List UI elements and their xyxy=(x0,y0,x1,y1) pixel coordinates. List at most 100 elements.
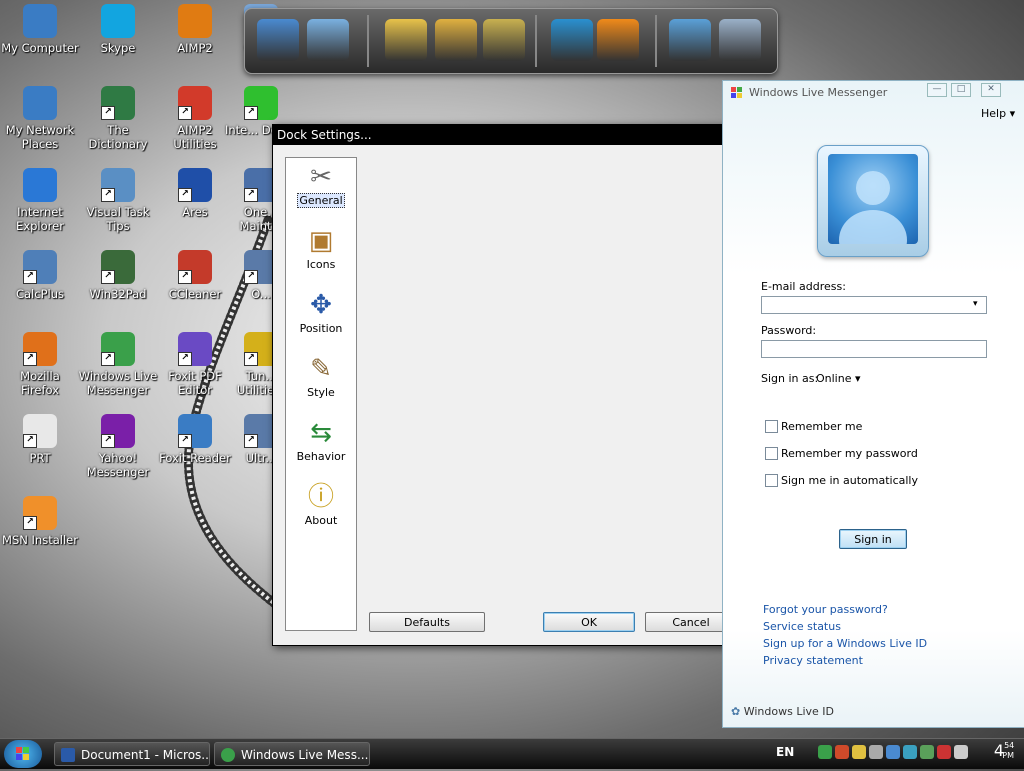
sign-in-automatically-checkbox[interactable] xyxy=(765,474,778,487)
desktop-icon[interactable]: Internet Explorer xyxy=(0,168,80,233)
language-indicator[interactable]: EN xyxy=(776,745,794,759)
windows-orb-icon xyxy=(16,747,29,760)
remember-password-checkbox[interactable] xyxy=(765,447,778,460)
maximize-icon[interactable]: □ xyxy=(951,83,971,97)
dock-bar xyxy=(244,8,778,74)
ok-button[interactable]: OK xyxy=(543,612,635,632)
tray-chat-icon[interactable] xyxy=(954,745,968,759)
privacy-statement-link[interactable]: Privacy statement xyxy=(763,654,863,667)
desktop-icon-label: PRT xyxy=(29,451,51,465)
calculator-icon: ↗ xyxy=(23,250,57,284)
dock-recycle-bin-icon[interactable] xyxy=(719,19,761,61)
shortcut-arrow-icon: ↗ xyxy=(244,270,258,284)
ccleaner-icon: ↗ xyxy=(178,250,212,284)
yahoo-messenger-icon: ↗ xyxy=(101,414,135,448)
windows-live-id-label: Windows Live ID xyxy=(743,705,834,718)
desktop-icon[interactable]: ↗ PRT xyxy=(0,414,80,465)
settings-nav-behavior[interactable]: ⇆ Behavior xyxy=(286,418,356,463)
dock-media-player-icon[interactable] xyxy=(597,19,639,61)
dock-network-icon[interactable] xyxy=(307,19,349,61)
dock-documents-icon[interactable] xyxy=(435,19,477,61)
clock[interactable]: 454PM xyxy=(994,741,1014,760)
minimize-icon[interactable]: — xyxy=(927,83,947,97)
desktop-icon[interactable]: ↗ Yahoo! Messenger xyxy=(78,414,158,479)
tray-tools-icon[interactable] xyxy=(869,745,883,759)
taskbar-button-document[interactable]: Document1 - Micros... xyxy=(54,742,210,766)
taskbar-button-messenger[interactable]: Windows Live Mess... xyxy=(214,742,370,766)
chevron-down-icon: ▾ xyxy=(854,372,861,385)
dock-separator xyxy=(535,15,537,67)
desktop-icon[interactable]: My Computer xyxy=(0,4,80,55)
shortcut-arrow-icon: ↗ xyxy=(101,352,115,366)
settings-category-panel: ✂ General ▣ Icons ✥ Position ✎ Style ⇆ Behavior ⓘ A… xyxy=(285,157,357,631)
shortcut-arrow-icon: ↗ xyxy=(244,188,258,202)
display-picture-frame[interactable] xyxy=(817,145,929,257)
desktop-icon-label: Skype xyxy=(100,41,136,55)
dock-settings-gears-icon[interactable] xyxy=(669,19,711,61)
service-status-link[interactable]: Service status xyxy=(763,620,841,633)
shortcut-arrow-icon: ↗ xyxy=(178,270,192,284)
desktop-icon[interactable]: Skype xyxy=(78,4,158,55)
email-dropdown-arrow-icon[interactable]: ▾ xyxy=(973,299,978,309)
desktop-icon[interactable]: ↗ Win32Pad xyxy=(78,250,158,301)
close-icon[interactable]: ✕ xyxy=(981,83,1001,97)
defaults-button[interactable]: Defaults xyxy=(369,612,485,632)
settings-nav-label: Icons xyxy=(306,258,336,271)
dock-folder-icon[interactable] xyxy=(385,19,427,61)
desktop-icon[interactable]: ↗ Mozilla Firefox xyxy=(0,332,80,397)
position-arrows-icon: ✥ xyxy=(310,290,332,320)
settings-nav-label: Style xyxy=(307,386,335,399)
dock-pictures-icon[interactable] xyxy=(483,19,525,61)
settings-nav-about[interactable]: ⓘ About xyxy=(286,482,356,527)
status-value: Online xyxy=(816,372,852,385)
password-label: Password: xyxy=(761,324,817,337)
word-icon xyxy=(61,748,75,762)
start-button[interactable] xyxy=(4,740,42,768)
tray-download-icon[interactable] xyxy=(886,745,900,759)
help-menu[interactable]: Help ▾ xyxy=(981,107,1015,120)
settings-nav-general[interactable]: ✂ General xyxy=(286,162,356,208)
remember-me-checkbox[interactable] xyxy=(765,420,778,433)
sign-up-link[interactable]: Sign up for a Windows Live ID xyxy=(763,637,927,650)
desktop-icon[interactable]: ↗ The Dictionary xyxy=(78,86,158,151)
settings-nav-position[interactable]: ✥ Position xyxy=(286,290,356,335)
shortcut-arrow-icon: ↗ xyxy=(23,352,37,366)
foxit-reader-icon: ↗ xyxy=(178,414,212,448)
desktop-icon-label: The Dictionary xyxy=(88,123,148,151)
desktop-icon[interactable]: My Network Places xyxy=(0,86,80,151)
sign-in-as-label: Sign in as: xyxy=(761,372,819,385)
desktop-icon[interactable]: ↗ MSN Installer xyxy=(0,496,80,547)
email-field[interactable] xyxy=(761,296,987,314)
aimp-utilities-icon: ↗ xyxy=(178,86,212,120)
sign-in-button[interactable]: Sign in xyxy=(839,529,907,549)
settings-nav-label: Behavior xyxy=(296,450,346,463)
tray-network-icon[interactable] xyxy=(920,745,934,759)
dock-separator xyxy=(655,15,657,67)
visual-task-tips-icon: ↗ xyxy=(101,168,135,202)
system-tray xyxy=(818,745,971,762)
tray-alert-icon[interactable] xyxy=(937,745,951,759)
style-brush-icon: ✎ xyxy=(310,354,332,384)
forgot-password-link[interactable]: Forgot your password? xyxy=(763,603,888,616)
about-info-icon: ⓘ xyxy=(307,482,334,512)
taskbar: Document1 - Micros... Windows Live Mess.… xyxy=(0,738,1024,769)
settings-nav-icons[interactable]: ▣ Icons xyxy=(286,226,356,271)
tray-security-icon[interactable] xyxy=(835,745,849,759)
dock-settings-title: Dock Settings... xyxy=(273,125,753,145)
tray-messenger-icon[interactable] xyxy=(818,745,832,759)
settings-nav-style[interactable]: ✎ Style xyxy=(286,354,356,399)
desktop-icon[interactable]: ↗ CalcPlus xyxy=(0,250,80,301)
password-field[interactable] xyxy=(761,340,987,358)
desktop-icon-label: Visual Task Tips xyxy=(86,205,150,233)
desktop-icon[interactable]: ↗ Windows Live Messenger xyxy=(78,332,158,397)
dock-globe-icon[interactable] xyxy=(551,19,593,61)
messenger-title: Windows Live Messenger xyxy=(749,86,888,99)
general-tools-icon: ✂ xyxy=(310,162,332,192)
desktop-icon[interactable]: ↗ Visual Task Tips xyxy=(78,168,158,233)
messenger-task-icon xyxy=(221,748,235,762)
icons-box-icon: ▣ xyxy=(308,226,334,256)
tray-app-icon[interactable] xyxy=(852,745,866,759)
status-selector[interactable]: Online ▾ xyxy=(816,372,861,385)
tray-update-icon[interactable] xyxy=(903,745,917,759)
dock-computer-icon[interactable] xyxy=(257,19,299,61)
